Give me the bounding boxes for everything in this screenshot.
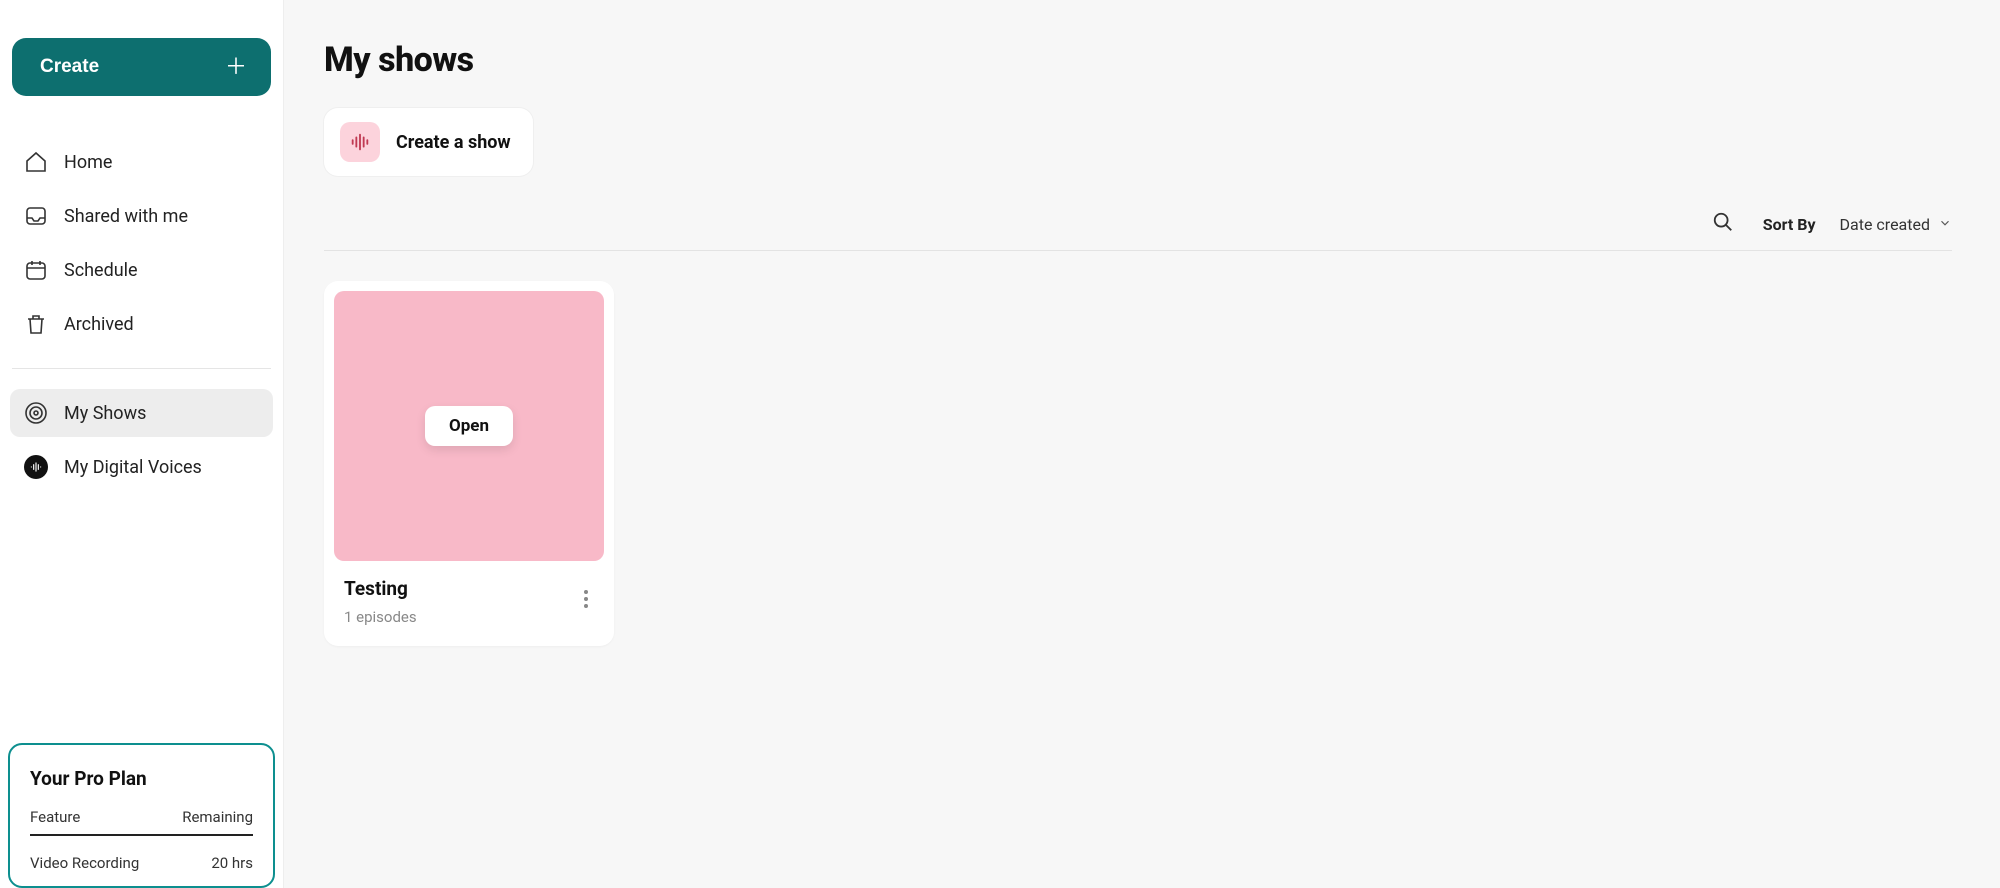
- inbox-icon: [24, 204, 48, 228]
- broadcast-icon: [24, 401, 48, 425]
- trash-icon: [24, 312, 48, 336]
- page-title: My shows: [324, 40, 1952, 80]
- plan-row: Video Recording 20 hrs: [30, 850, 253, 876]
- plan-feature-name: Video Recording: [30, 854, 139, 872]
- plan-header-row: Feature Remaining: [30, 808, 253, 836]
- waveform-icon: [340, 122, 380, 162]
- calendar-icon: [24, 258, 48, 282]
- show-meta: Testing 1 episodes: [324, 571, 614, 646]
- show-card[interactable]: J E Open Testing 1 episodes: [324, 281, 614, 646]
- plan-card: Your Pro Plan Feature Remaining Video Re…: [8, 743, 275, 888]
- plan-title: Your Pro Plan: [30, 767, 253, 790]
- open-button[interactable]: Open: [425, 406, 513, 446]
- chevron-down-icon: [1938, 215, 1952, 234]
- plan-feature-remaining: 20 hrs: [211, 854, 253, 872]
- plan-col-remaining: Remaining: [182, 808, 253, 826]
- sidebar-item-label: Schedule: [64, 260, 138, 281]
- shows-grid: J E Open Testing 1 episodes: [324, 251, 1952, 646]
- sort-value: Date created: [1840, 215, 1930, 234]
- nav-primary: Home Shared with me Schedule Archived: [10, 138, 273, 348]
- search-icon: [1712, 211, 1734, 237]
- more-button[interactable]: [574, 589, 598, 613]
- sort-by-label: Sort By: [1763, 215, 1816, 234]
- create-button-label: Create: [40, 56, 99, 78]
- plus-icon: ＋: [225, 56, 247, 78]
- sort-select[interactable]: Date created: [1840, 215, 1952, 234]
- sidebar-item-label: Home: [64, 152, 112, 173]
- sidebar-item-digital-voices[interactable]: My Digital Voices: [10, 443, 273, 491]
- create-show-label: Create a show: [396, 132, 511, 153]
- show-name: Testing: [344, 577, 594, 600]
- create-button[interactable]: Create ＋: [12, 38, 271, 96]
- main-content: My shows Create a show Sort By Date crea…: [284, 0, 2000, 888]
- sidebar-item-label: My Shows: [64, 403, 146, 424]
- sidebar-item-my-shows[interactable]: My Shows: [10, 389, 273, 437]
- toolbar: Sort By Date created: [324, 212, 1952, 251]
- sidebar-item-home[interactable]: Home: [10, 138, 273, 186]
- home-icon: [24, 150, 48, 174]
- waveform-icon: [24, 455, 48, 479]
- sidebar-item-shared[interactable]: Shared with me: [10, 192, 273, 240]
- nav-secondary: My Shows My Digital Voices: [10, 389, 273, 491]
- sidebar: Create ＋ Home Shared with me Schedule: [0, 0, 284, 888]
- search-button[interactable]: [1711, 212, 1735, 236]
- show-subtitle: 1 episodes: [344, 608, 594, 626]
- sidebar-item-schedule[interactable]: Schedule: [10, 246, 273, 294]
- divider: [12, 368, 271, 369]
- sidebar-item-label: Archived: [64, 314, 134, 335]
- plan-col-feature: Feature: [30, 808, 80, 826]
- sidebar-item-label: Shared with me: [64, 206, 188, 227]
- sidebar-item-archived[interactable]: Archived: [10, 300, 273, 348]
- sidebar-item-label: My Digital Voices: [64, 457, 202, 478]
- more-vertical-icon: [584, 590, 588, 612]
- show-thumbnail: J E Open: [334, 291, 604, 561]
- create-show-button[interactable]: Create a show: [324, 108, 533, 176]
